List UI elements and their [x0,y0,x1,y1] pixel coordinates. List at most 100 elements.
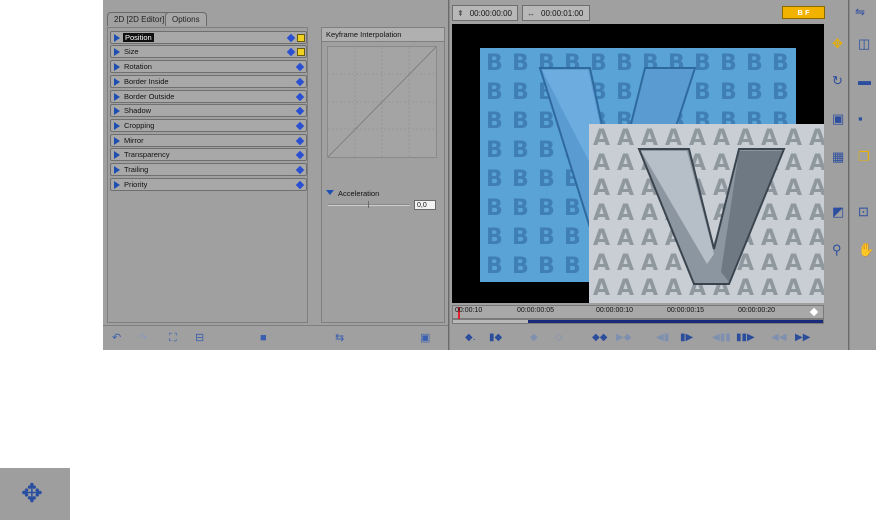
expand-arrow-icon[interactable] [114,166,120,174]
mirror-key-icon[interactable]: ◆◆ [592,333,607,343]
param-row-position[interactable]: Position [110,31,307,44]
duration-timecode-value: 00:00:01:00 [541,9,584,18]
view-b-icon[interactable]: ▬ [858,74,871,87]
expand-arrow-icon[interactable] [114,107,120,115]
param-row-cropping[interactable]: Cropping [110,119,307,132]
tab-2d-editor[interactable]: 2D [2D Editor] [107,12,172,26]
undo-icon[interactable]: ↶ [112,333,121,344]
scrollbar-thumb[interactable] [528,320,823,323]
swap-icon[interactable]: ⇆ [335,333,344,344]
view-a-icon[interactable]: ◫ [858,37,870,50]
ruler-label: 00:00:00:15 [667,307,704,314]
editor-window: 2D [2D Editor] Options Position Size Rot… [103,0,876,350]
frame-icon[interactable]: ⊟ [195,333,204,344]
grid-icon[interactable]: ⊡ [858,205,869,218]
rotate-tool-icon[interactable]: ↻ [832,74,843,87]
step-back-icon[interactable]: ◀▮ [656,333,669,343]
next-key-icon[interactable]: ◇ [555,333,563,343]
letter-v-shape-a [637,148,786,285]
keyframe-diamond-icon[interactable] [295,92,305,102]
foreground-image-a: AAAAAAAAAAAAAAAAAAAAAAAAAAAAAAAAAAAAAAAA… [589,124,824,303]
param-row-border-outside[interactable]: Border Outside [110,90,307,103]
tab-bar: 2D [2D Editor] Options [103,0,448,27]
keyframe-toggle-icon[interactable] [297,34,305,42]
square-icon[interactable]: ■ [260,333,267,344]
param-row-shadow[interactable]: Shadow [110,104,307,117]
interpolation-graph[interactable] [327,46,437,158]
param-row-border-inside[interactable]: Border Inside [110,75,307,88]
param-row-transparency[interactable]: Transparency [110,148,307,161]
hand-tool-icon[interactable]: ✋ [858,243,874,256]
divider [848,0,850,350]
keyframe-diamond-icon[interactable] [295,77,305,87]
zoom-tool-icon[interactable]: ⚲ [832,243,842,256]
keyframe-diamond-icon[interactable] [295,150,305,160]
timeline-scrollbar[interactable] [452,319,824,324]
keyframe-diamond-icon[interactable] [295,121,305,131]
keyframe-diamond-icon[interactable] [295,180,305,190]
acceleration-label: Acceleration [338,189,380,198]
parameter-list: Position Size Rotation Border Inside Bor… [107,27,308,323]
end-keyframe-marker[interactable] [809,307,819,317]
ruler-label: 00:00:10 [455,307,483,314]
expand-arrow-icon[interactable] [114,93,120,101]
layer-tool-icon[interactable]: ▦ [832,150,844,163]
key-goto-icon[interactable]: ▮◆ [489,333,502,343]
param-label: Border Inside [124,77,169,86]
param-row-size[interactable]: Size [110,45,307,58]
acceleration-slider[interactable] [328,201,410,208]
keyframe-diamond-icon[interactable] [295,106,305,116]
duration-icon: ↔ [527,9,535,18]
timeline-ruler[interactable]: 00:00:10 00:00:00:05 00:00:00:10 00:00:0… [452,305,824,319]
current-timecode[interactable]: ⇞ 00:00:00:00 [452,5,518,21]
keyframe-diamond-icon[interactable] [286,47,296,57]
current-timecode-value: 00:00:00:00 [469,9,512,18]
prev-key-icon[interactable]: ◆ [530,333,538,343]
param-row-trailing[interactable]: Trailing [110,163,307,176]
expand-arrow-icon[interactable] [114,78,120,86]
overlay-icon[interactable]: ❐ [858,150,870,163]
expand-arrow-icon[interactable] [114,34,120,42]
acceleration-value-field[interactable]: 0,0 [414,200,436,210]
preview-canvas[interactable]: BBBBBBBBBBBBBBBBBBBBBBBBBBBBBBBBBBBBBBBB… [452,24,824,303]
expand-arrow-icon[interactable] [114,48,120,56]
expand-arrow-icon[interactable] [114,63,120,71]
keyframe-diamond-icon[interactable] [295,165,305,175]
fast-forward-icon[interactable]: ▶▶ [795,333,810,343]
play-icon[interactable]: ▮▶ [680,333,693,343]
keyframe-diamond-icon[interactable] [295,136,305,146]
collapse-arrow-icon[interactable] [326,190,334,195]
expand-arrow-icon[interactable] [114,122,120,130]
param-row-rotation[interactable]: Rotation [110,60,307,73]
expand-arrow-icon[interactable] [114,137,120,145]
param-label: Transparency [124,150,170,159]
param-label: Border Outside [124,92,175,101]
param-row-mirror[interactable]: Mirror [110,134,307,147]
fit-icon[interactable]: ⛶ [169,333,177,344]
param-label: Shadow [124,106,152,115]
keyframe-diamond-icon[interactable] [295,62,305,72]
prev-frame-icon[interactable]: ◀▮▮ [712,333,731,343]
crop-tool-icon[interactable]: ▣ [832,112,844,125]
copy-key-icon[interactable]: ▶◆ [616,333,631,343]
expand-arrow-icon[interactable] [114,181,120,189]
param-row-priority[interactable]: Priority [110,178,307,191]
keyframe-diamond-icon[interactable] [286,33,296,43]
move-tool-icon[interactable]: ✥ [832,37,843,50]
trailing-tool-icon[interactable]: ◩ [832,205,844,218]
expand-arrow-icon[interactable] [114,151,120,159]
bf-toggle-button[interactable]: B F [782,6,825,19]
add-keyframe-icon[interactable]: ◆. [465,333,475,343]
view-c-icon[interactable]: ▪ [858,112,863,125]
keyframe-toggle-icon[interactable] [297,48,305,56]
save-icon[interactable]: ▣ [420,333,430,344]
tab-options[interactable]: Options [165,12,207,26]
split-view-icon[interactable]: ⇋ [855,5,865,19]
acceleration-row[interactable]: Acceleration [326,189,379,198]
param-label: Priority [124,180,148,189]
rewind-icon[interactable]: ◀◀ [771,333,786,343]
move-icon-tile: ✥ [0,468,70,520]
next-frame-icon[interactable]: ▮▮▶ [736,333,755,343]
redo-icon[interactable]: ↷ [138,333,147,344]
duration-timecode[interactable]: ↔ 00:00:01:00 [522,5,590,21]
